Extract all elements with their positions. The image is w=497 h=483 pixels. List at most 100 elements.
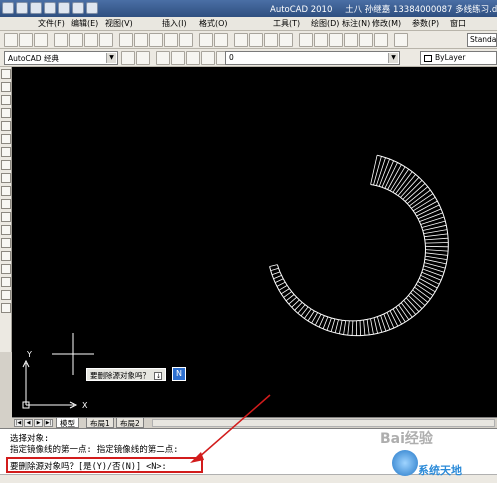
menu-dimension[interactable]: 标注(N): [340, 18, 372, 29]
plot-icon[interactable]: [54, 33, 68, 47]
revision-cloud-icon[interactable]: [1, 160, 11, 170]
menu-format[interactable]: 格式(O): [197, 18, 230, 29]
chevron-down-icon[interactable]: ▼: [106, 53, 116, 63]
print-icon[interactable]: [86, 2, 98, 14]
menu-window[interactable]: 窗口: [448, 18, 468, 29]
polyline-icon[interactable]: [1, 95, 11, 105]
spline-icon[interactable]: [1, 173, 11, 183]
multiline-segment: [422, 268, 443, 277]
multiline-segment: [318, 315, 325, 328]
multiline-segment: [376, 316, 383, 333]
layer-select[interactable]: 0 ▼: [225, 51, 400, 65]
color-select[interactable]: ByLayer: [420, 51, 497, 65]
prompt-text: 要删除源对象吗？: [90, 371, 150, 380]
text-style-icon[interactable]: [394, 33, 408, 47]
drawing-area[interactable]: Y X 要删除源对象吗？ ↓ N: [12, 67, 497, 417]
tab-navigation: |◀ ◀ ▶ ▶|: [14, 419, 53, 427]
menu-tools[interactable]: 工具(T): [271, 18, 302, 29]
zoom-previous-icon[interactable]: [279, 33, 293, 47]
menu-insert[interactable]: 插入(I): [160, 18, 189, 29]
menu-bar: 文件(F) 编辑(E) 视图(V) 插入(I) 格式(O) 工具(T) 绘图(D…: [0, 17, 497, 31]
polygon-icon[interactable]: [1, 108, 11, 118]
rectangle-icon[interactable]: [1, 121, 11, 131]
multiline-segment: [373, 317, 378, 334]
sheet-set-icon[interactable]: [344, 33, 358, 47]
layer-lock-icon[interactable]: [201, 51, 215, 65]
region-icon[interactable]: [1, 277, 11, 287]
tool-palettes-icon[interactable]: [329, 33, 343, 47]
gradient-icon[interactable]: [1, 264, 11, 274]
copy-icon[interactable]: [134, 33, 148, 47]
undo-icon[interactable]: [58, 2, 70, 14]
layer-properties-icon[interactable]: [156, 51, 170, 65]
new-file-icon[interactable]: [16, 2, 28, 14]
redo-icon[interactable]: [214, 33, 228, 47]
quickcalc-icon[interactable]: [374, 33, 388, 47]
table-icon[interactable]: [1, 290, 11, 300]
circle-icon[interactable]: [1, 147, 11, 157]
text-style-select[interactable]: Standa: [467, 33, 497, 47]
properties-icon[interactable]: [299, 33, 313, 47]
ellipse-icon[interactable]: [1, 186, 11, 196]
layer-freeze-icon[interactable]: [186, 51, 200, 65]
zoom-window-icon[interactable]: [264, 33, 278, 47]
point-icon[interactable]: [1, 238, 11, 248]
open-icon[interactable]: [19, 33, 33, 47]
command-prompt[interactable]: 要删除源对象吗？[是(Y)/否(N)] <N>:: [10, 460, 167, 472]
design-center-icon[interactable]: [314, 33, 328, 47]
mtext-icon[interactable]: [1, 303, 11, 313]
publish-icon[interactable]: [84, 33, 98, 47]
arc-icon[interactable]: [1, 134, 11, 144]
horizontal-scrollbar[interactable]: [152, 419, 495, 427]
next-tab-icon[interactable]: ▶: [34, 419, 43, 427]
tab-model[interactable]: 模型: [56, 418, 79, 428]
hatch-icon[interactable]: [1, 251, 11, 261]
menu-parametric[interactable]: 参数(P): [410, 18, 441, 29]
redo-icon[interactable]: [72, 2, 84, 14]
menu-draw[interactable]: 绘图(D): [309, 18, 341, 29]
options-down-arrow-icon[interactable]: ↓: [154, 372, 163, 380]
plot-preview-icon[interactable]: [69, 33, 83, 47]
make-block-icon[interactable]: [1, 225, 11, 235]
save-icon[interactable]: [44, 2, 56, 14]
workspace-icon[interactable]: [136, 51, 150, 65]
title-bar: AutoCAD 2010 土八 孙继嘉 13384000087 多线练习.dwg: [0, 0, 497, 17]
match-properties-icon[interactable]: [164, 33, 178, 47]
menu-view[interactable]: 视图(V): [103, 18, 135, 29]
last-tab-icon[interactable]: ▶|: [44, 419, 53, 427]
multiline-segment: [276, 281, 286, 287]
insert-block-icon[interactable]: [1, 212, 11, 222]
multiline-segment: [425, 255, 448, 260]
multiline-segment: [343, 320, 347, 335]
undo-icon[interactable]: [199, 33, 213, 47]
multiline-segment: [283, 291, 292, 298]
workspace-select[interactable]: AutoCAD 经典 ▼: [4, 51, 118, 65]
3d-dwf-icon[interactable]: [99, 33, 113, 47]
cut-icon[interactable]: [119, 33, 133, 47]
first-tab-icon[interactable]: |◀: [14, 419, 23, 427]
dynamic-input-field[interactable]: N: [172, 367, 186, 381]
spiral-multiline-drawing: [22, 154, 449, 409]
menu-modify[interactable]: 修改(M): [370, 18, 403, 29]
prev-tab-icon[interactable]: ◀: [24, 419, 33, 427]
menu-file[interactable]: 文件(F): [36, 18, 67, 29]
zoom-realtime-icon[interactable]: [249, 33, 263, 47]
tab-layout1[interactable]: 布局1: [86, 418, 114, 428]
construction-line-icon[interactable]: [1, 82, 11, 92]
app-menu-icon[interactable]: [2, 2, 14, 14]
markup-icon[interactable]: [359, 33, 373, 47]
save-icon[interactable]: [34, 33, 48, 47]
paste-icon[interactable]: [149, 33, 163, 47]
line-icon[interactable]: [1, 69, 11, 79]
workspace-settings-icon[interactable]: [121, 51, 135, 65]
open-file-icon[interactable]: [30, 2, 42, 14]
block-editor-icon[interactable]: [179, 33, 193, 47]
tab-layout2[interactable]: 布局2: [116, 418, 144, 428]
menu-edit[interactable]: 编辑(E): [69, 18, 100, 29]
ellipse-arc-icon[interactable]: [1, 199, 11, 209]
chevron-down-icon[interactable]: ▼: [388, 53, 398, 63]
pan-icon[interactable]: [234, 33, 248, 47]
new-icon[interactable]: [4, 33, 18, 47]
layer-on-icon[interactable]: [171, 51, 185, 65]
multiline-segment: [330, 318, 336, 332]
